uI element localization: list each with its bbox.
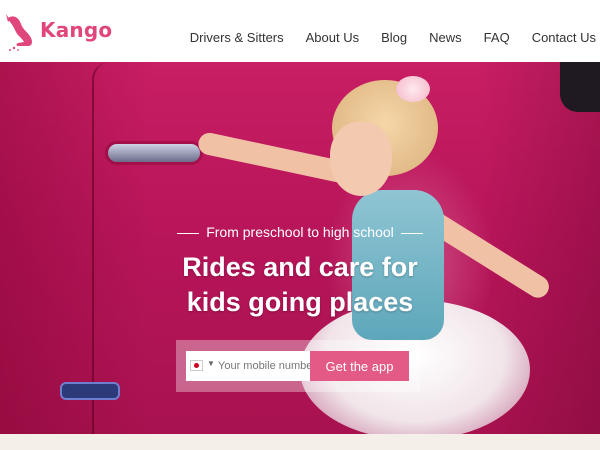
headline-line-2: kids going places <box>186 287 414 317</box>
nav-about-us[interactable]: About Us <box>306 30 359 45</box>
nav-news[interactable]: News <box>429 30 462 45</box>
girl-face <box>330 122 392 196</box>
car-door-line <box>92 62 110 434</box>
nav-blog[interactable]: Blog <box>381 30 407 45</box>
car-window <box>560 62 600 112</box>
chevron-down-icon[interactable]: ▼ <box>207 359 215 368</box>
get-app-form: ▼ Get the app <box>176 340 420 392</box>
car-door-handle <box>108 144 200 162</box>
nav-drivers-sitters[interactable]: Drivers & Sitters <box>190 30 284 45</box>
get-app-button[interactable]: Get the app <box>310 351 409 381</box>
logo[interactable]: Kango <box>4 8 112 52</box>
girl-bow <box>396 76 430 102</box>
tagline-rule-right <box>400 232 423 234</box>
brand-name: Kango <box>40 18 113 42</box>
site-header: Kango Drivers & Sitters About Us Blog Ne… <box>0 0 600 62</box>
hero-headline: Rides and care for kids going places <box>0 250 600 320</box>
main-nav: Drivers & Sitters About Us Blog News FAQ… <box>190 30 596 45</box>
kangaroo-icon <box>6 14 32 51</box>
tagline-rule-left <box>177 232 200 234</box>
nav-faq[interactable]: FAQ <box>484 30 510 45</box>
headline-line-1: Rides and care for <box>182 252 418 282</box>
phone-field: ▼ <box>186 351 312 381</box>
nav-contact-us[interactable]: Contact Us <box>532 30 596 45</box>
phone-input[interactable] <box>216 351 312 381</box>
hero-tagline: From preschool to high school <box>0 224 600 240</box>
car-side-light <box>60 382 120 400</box>
hero-banner: From preschool to high school Rides and … <box>0 62 600 434</box>
japan-flag-icon[interactable] <box>190 360 203 371</box>
tagline-text: From preschool to high school <box>206 224 394 240</box>
page-bottom <box>0 434 600 450</box>
